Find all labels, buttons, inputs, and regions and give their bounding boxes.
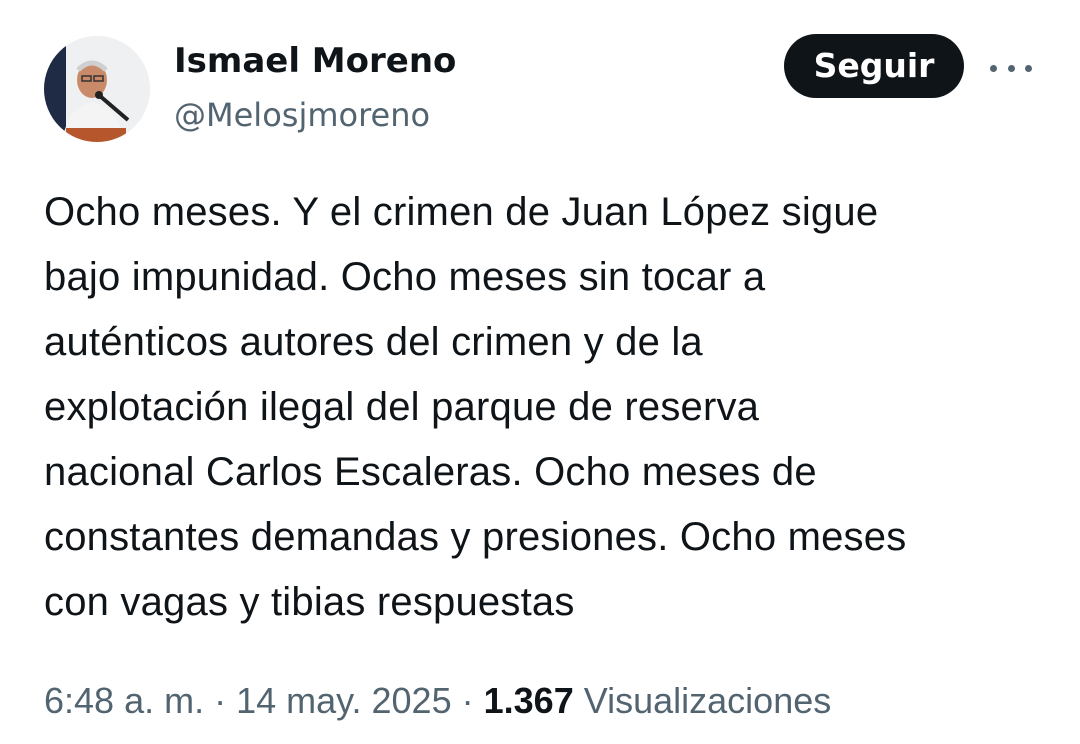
avatar-photo-icon: [44, 36, 150, 142]
author-name[interactable]: Ismael Moreno: [174, 40, 456, 82]
follow-button[interactable]: Seguir: [784, 34, 964, 98]
tweet-meta: 6:48 a. m. · 14 may. 2025 · 1.367 Visual…: [44, 676, 831, 726]
author-handle[interactable]: @Melosjmoreno: [174, 94, 430, 136]
meta-separator: ·: [214, 680, 227, 721]
more-options-icon[interactable]: [988, 48, 1034, 88]
views-label: Visualizaciones: [583, 680, 832, 721]
more-dot: [990, 64, 997, 72]
tweet-text-line: Ocho meses. Y el crimen de Juan López si…: [44, 190, 879, 234]
tweet-text-line: auténticos autores del crimen y de la: [44, 320, 703, 364]
tweet-text-line: explotación ilegal del parque de reserva: [44, 385, 760, 429]
tweet-text-line: bajo impunidad. Ocho meses sin tocar a: [44, 255, 766, 299]
tweet-text-line: constantes demandas y presiones. Ocho me…: [44, 515, 907, 559]
more-dot: [1007, 64, 1015, 72]
tweet-time[interactable]: 6:48 a. m.: [44, 680, 204, 721]
views-count: 1.367: [483, 680, 574, 721]
tweet-text-line: nacional Carlos Escaleras. Ocho meses de: [44, 450, 817, 494]
tweet-text: Ocho meses. Y el crimen de Juan López si…: [44, 180, 1044, 635]
avatar[interactable]: [44, 36, 150, 142]
tweet-date[interactable]: 14 may. 2025: [236, 680, 451, 721]
tweet-card: Ismael Moreno @Melosjmoreno Seguir Ocho …: [0, 0, 1080, 744]
more-dot: [1025, 64, 1032, 72]
tweet-text-line: con vagas y tibias respuestas: [44, 580, 575, 624]
meta-separator: ·: [461, 680, 474, 721]
